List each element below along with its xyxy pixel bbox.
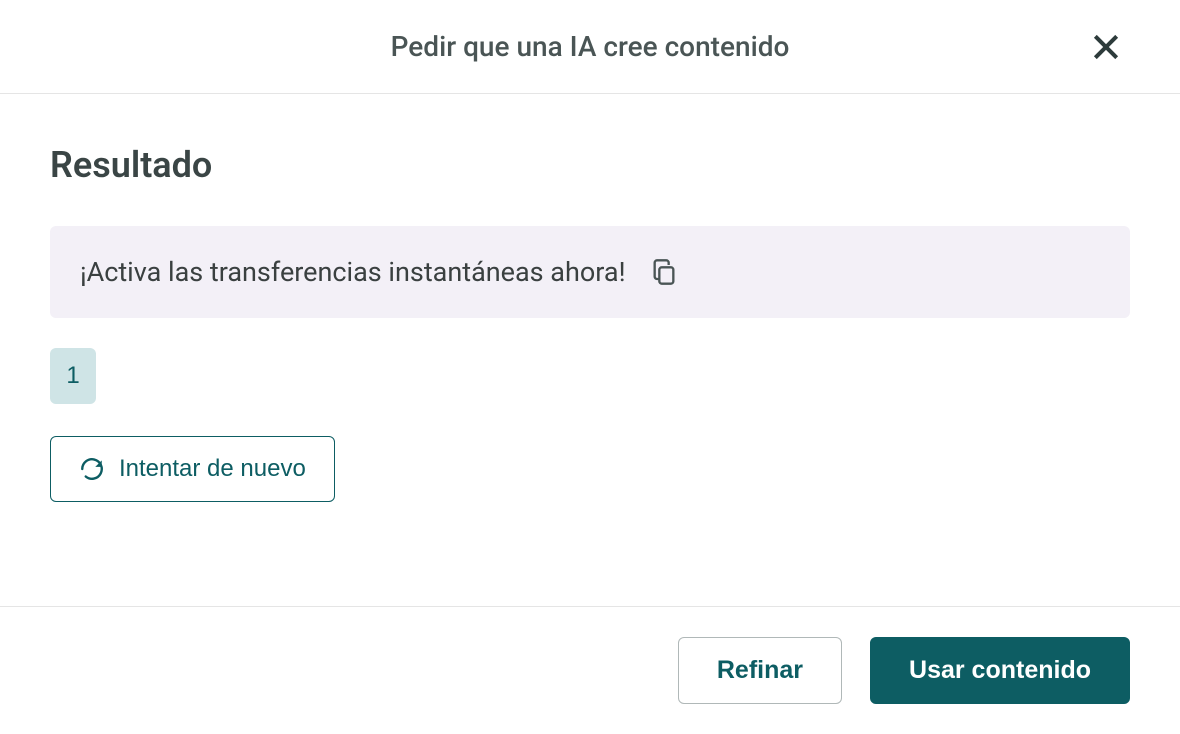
result-box: ¡Activa las transferencias instantáneas … xyxy=(50,226,1130,318)
modal-footer: Refinar Usar contenido xyxy=(0,606,1180,734)
retry-label: Intentar de nuevo xyxy=(119,455,306,483)
close-button[interactable] xyxy=(1082,23,1130,71)
use-content-button[interactable]: Usar contenido xyxy=(870,637,1130,704)
pagination: 1 xyxy=(50,348,1130,404)
modal-title: Pedir que una IA cree contenido xyxy=(391,30,790,63)
result-text: ¡Activa las transferencias instantáneas … xyxy=(80,256,626,288)
modal-body: Resultado ¡Activa las transferencias ins… xyxy=(0,94,1180,606)
close-icon xyxy=(1090,31,1122,63)
page-number-1[interactable]: 1 xyxy=(50,348,96,404)
result-heading: Resultado xyxy=(50,144,1130,186)
retry-button[interactable]: Intentar de nuevo xyxy=(50,436,335,502)
copy-icon xyxy=(650,258,678,286)
refine-button[interactable]: Refinar xyxy=(678,637,842,704)
copy-button[interactable] xyxy=(646,254,682,290)
ai-content-modal: Pedir que una IA cree contenido Resultad… xyxy=(0,0,1180,734)
retry-icon xyxy=(79,456,105,482)
modal-header: Pedir que una IA cree contenido xyxy=(0,0,1180,94)
